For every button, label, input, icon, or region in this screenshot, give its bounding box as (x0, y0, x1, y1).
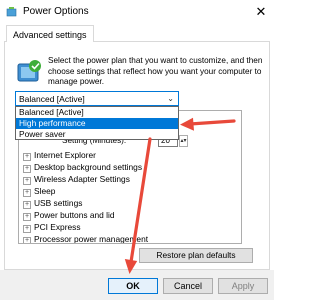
expand-icon[interactable]: + (23, 237, 31, 243)
tab-advanced-settings[interactable]: Advanced settings (6, 25, 94, 43)
option-balanced[interactable]: Balanced [Active] (16, 107, 178, 118)
tree-item-label: Processor power management (34, 234, 149, 244)
tree-item-usb-settings[interactable]: + USB settings (23, 198, 82, 209)
expand-icon[interactable]: + (23, 225, 31, 233)
spin-arrows-icon[interactable]: ▴▾ (179, 135, 188, 147)
expand-icon[interactable]: + (23, 165, 31, 173)
tree-item-label: Sleep (34, 186, 56, 196)
power-plan-options-list[interactable]: Balanced [Active] High performance Power… (15, 106, 179, 140)
tree-item-label: Power buttons and lid (34, 210, 115, 220)
apply-button[interactable]: Apply (218, 278, 268, 294)
plan-description: Select the power plan that you want to c… (48, 56, 263, 87)
tree-item-pci-express[interactable]: + PCI Express (23, 222, 81, 233)
tree-item-label: Internet Explorer (34, 150, 96, 160)
tree-item-desktop-background[interactable]: + Desktop background settings (23, 162, 142, 173)
chevron-down-icon: ⌄ (167, 94, 174, 103)
power-plan-dropdown-value: Balanced [Active] (19, 94, 85, 104)
expand-icon[interactable]: + (23, 213, 31, 221)
tree-item-processor-power[interactable]: + Processor power management (23, 234, 149, 244)
tree-item-sleep[interactable]: + Sleep (23, 186, 55, 197)
tab-strip: Advanced settings (4, 24, 270, 43)
tree-item-power-buttons[interactable]: + Power buttons and lid (23, 210, 115, 221)
tree-item-label: Desktop background settings (34, 162, 143, 172)
ok-button[interactable]: OK (108, 278, 158, 294)
cancel-button[interactable]: Cancel (163, 278, 213, 294)
expand-icon[interactable]: + (23, 201, 31, 209)
title-bar: Power Options ✕ (0, 0, 274, 24)
tree-item-internet-explorer[interactable]: + Internet Explorer (23, 150, 96, 161)
expand-icon[interactable]: + (23, 189, 31, 197)
window-title: Power Options (23, 6, 89, 17)
battery-plan-icon (17, 60, 41, 82)
restore-plan-defaults-button[interactable]: Restore plan defaults (139, 248, 253, 263)
tree-item-label: PCI Express (34, 222, 81, 232)
tree-item-label: USB settings (34, 198, 83, 208)
dialog-footer: OK Cancel Apply (0, 270, 274, 300)
expand-icon[interactable]: + (23, 153, 31, 161)
power-plan-dropdown[interactable]: Balanced [Active] ⌄ (15, 91, 179, 106)
expand-icon[interactable]: + (23, 177, 31, 185)
option-power-saver[interactable]: Power saver (16, 129, 178, 140)
close-button[interactable]: ✕ (253, 4, 269, 20)
tree-item-label: Wireless Adapter Settings (34, 174, 130, 184)
option-high-performance[interactable]: High performance (16, 118, 178, 129)
tree-item-wireless-adapter[interactable]: + Wireless Adapter Settings (23, 174, 130, 185)
power-options-icon (6, 7, 17, 17)
